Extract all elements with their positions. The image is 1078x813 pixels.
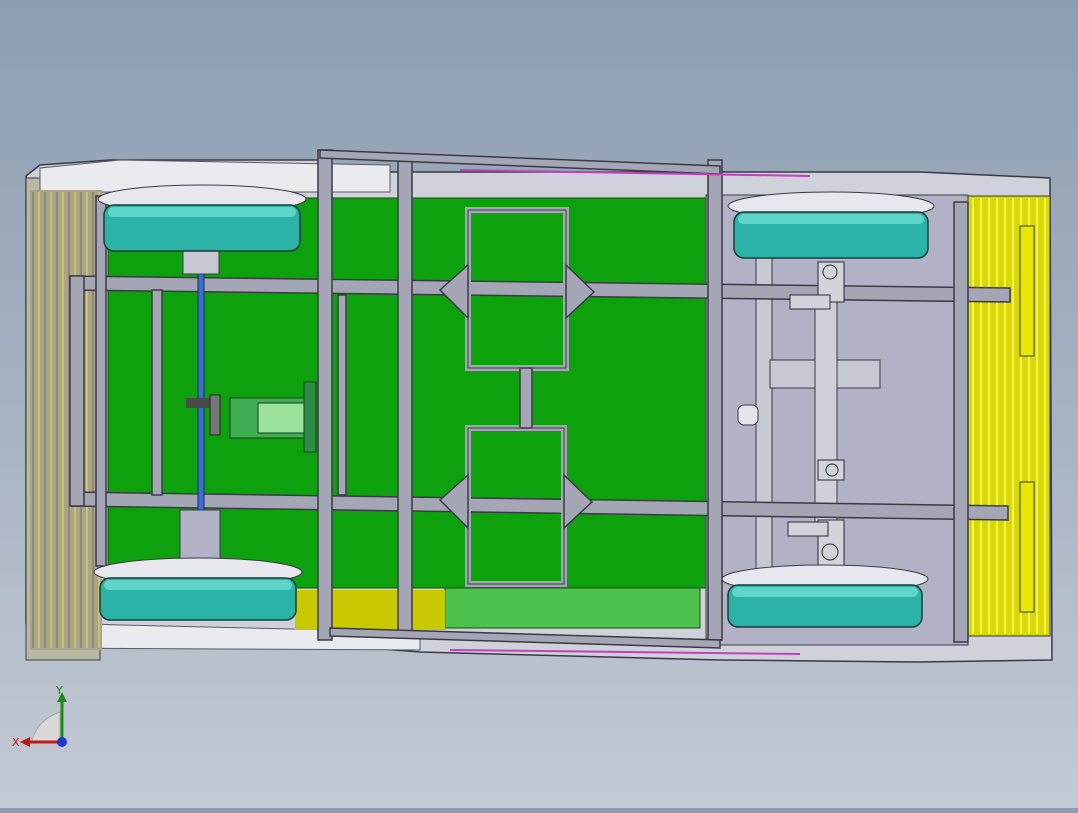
rear-stripe xyxy=(92,192,94,648)
tire-highlight xyxy=(732,587,918,597)
bumper-stripe xyxy=(972,198,974,634)
chassis-model[interactable] xyxy=(0,0,1078,808)
bumper-stripe xyxy=(996,198,998,634)
rear-stripe xyxy=(62,192,64,648)
triad-y-label: Y xyxy=(55,686,63,697)
rear-right-wheel xyxy=(93,557,303,621)
rear-stripe xyxy=(38,192,40,648)
rear-stripe xyxy=(32,192,34,648)
tire-highlight xyxy=(104,580,292,590)
rear-stripe xyxy=(56,192,58,648)
triad-x-label: X xyxy=(12,736,20,749)
rear-stripe xyxy=(50,192,52,648)
tire-highlight xyxy=(108,207,296,217)
bumper-stripe xyxy=(1044,198,1046,634)
rear-end-panel xyxy=(30,190,102,650)
front-left-wheel xyxy=(727,191,935,259)
triad-z-axis-icon xyxy=(57,737,67,747)
rear-left-wheel xyxy=(97,184,307,252)
bumper-stripe xyxy=(988,198,990,634)
front-bumper xyxy=(967,195,1051,637)
bumper-stripe xyxy=(1036,198,1038,634)
triad-plane xyxy=(31,711,61,742)
bumper-stripe xyxy=(980,198,982,634)
tire-highlight xyxy=(738,214,924,224)
triad-x-arrow-icon xyxy=(20,737,30,747)
bumper-stripe xyxy=(1004,198,1006,634)
rear-stripe xyxy=(44,192,46,648)
orientation-triad[interactable]: Y X xyxy=(12,686,74,752)
rear-stripe xyxy=(86,192,88,648)
bumper-stripe xyxy=(1012,198,1014,634)
front-right-wheel xyxy=(721,564,929,628)
cad-viewport[interactable]: Y X xyxy=(0,0,1078,808)
